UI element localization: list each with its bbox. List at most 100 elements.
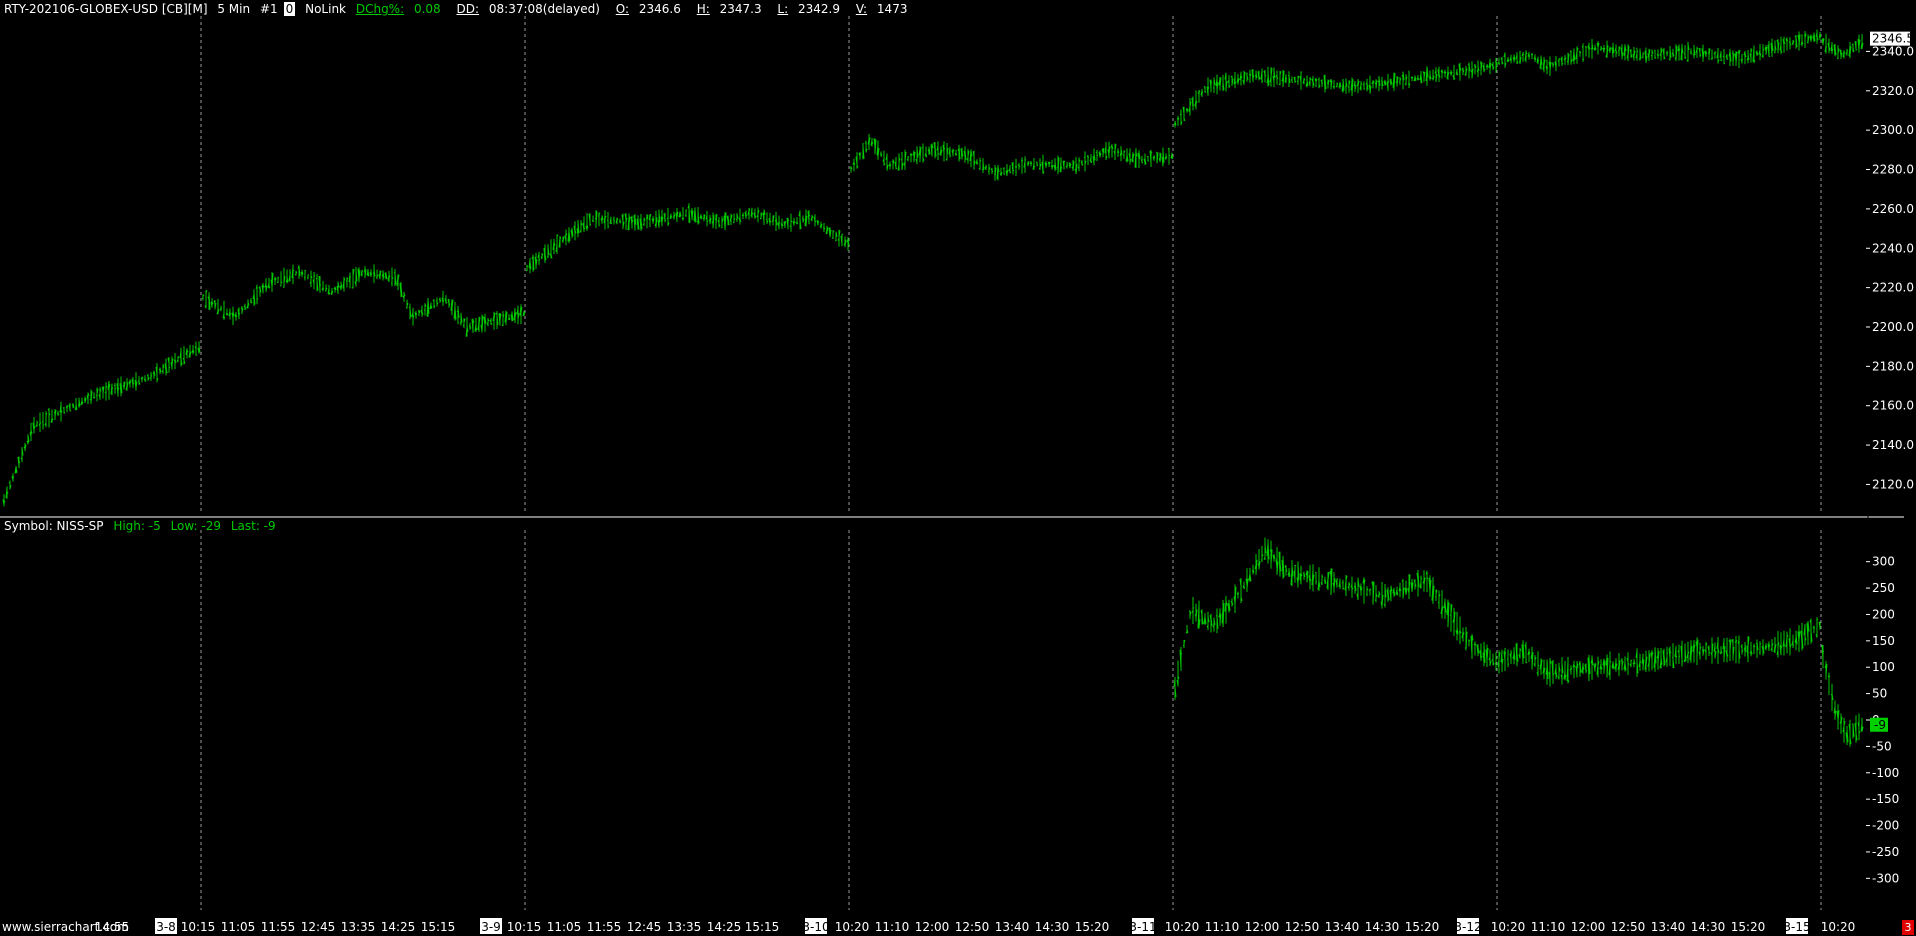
bar-open-tick [1578, 50, 1581, 53]
interval-label[interactable]: 5 Min [217, 2, 250, 16]
x-time-label: 11:55 [261, 920, 296, 934]
volume-value: 1473 [876, 2, 908, 16]
y-tick-label: 2200.0 [1872, 320, 1914, 334]
bar-open-tick [1803, 34, 1806, 37]
bar-close-tick [238, 312, 241, 315]
bar-close-tick [1579, 52, 1582, 54]
x-time-label: 15:15 [745, 920, 780, 934]
bar-open-tick [1254, 74, 1257, 77]
bar-close-tick [1243, 587, 1246, 589]
bar-open-tick [240, 307, 243, 309]
bar-open-tick [765, 218, 768, 221]
bar-close-tick [796, 222, 799, 224]
bar-close-tick [12, 476, 15, 478]
brand-label[interactable]: www.sierrachart.com [2, 920, 129, 934]
link-label[interactable]: NoLink [305, 2, 346, 16]
bar-close-tick [1585, 46, 1588, 48]
x-time-label: 13:40 [1325, 920, 1360, 934]
bar-close-tick [1636, 50, 1639, 53]
bar-open-tick [423, 309, 426, 311]
y-tick-label: -100 [1872, 766, 1899, 780]
x-time-label: 11:10 [1531, 920, 1566, 934]
high-label: H: [696, 2, 710, 16]
bar-open-tick [95, 394, 98, 397]
x-time-label: 13:35 [667, 920, 702, 934]
x-time-label: 10:20 [1491, 920, 1526, 934]
x-time-label: 12:00 [1571, 920, 1606, 934]
bar-close-tick [589, 223, 592, 226]
y-tick-label: 150 [1872, 634, 1895, 648]
bar-open-tick [861, 156, 864, 158]
bar-open-tick [1347, 86, 1350, 88]
x-time-label: 12:00 [1245, 920, 1280, 934]
bar-close-tick [277, 277, 280, 279]
bar-close-tick [670, 215, 673, 218]
bar-open-tick [525, 269, 528, 272]
x-date-label: 3-12 [1454, 920, 1481, 934]
bar-open-tick [417, 310, 420, 312]
error-count-badge[interactable]: 3 [1902, 920, 1914, 935]
bar-open-tick [1836, 57, 1839, 60]
bar-close-tick [1657, 54, 1660, 57]
dd-value: 08:37:08(delayed) [488, 2, 600, 16]
bar-open-tick [1599, 48, 1602, 51]
bar-close-tick [1063, 160, 1066, 163]
x-time-label: 15:20 [1405, 920, 1440, 934]
y-tick-label: 300 [1872, 555, 1895, 569]
y-tick-label: 2220.0 [1872, 281, 1914, 295]
bar-open-tick [408, 306, 411, 309]
x-time-label: 10:20 [1165, 920, 1200, 934]
bar-close-tick [1552, 63, 1555, 66]
bar-open-tick [62, 407, 65, 409]
bar-open-tick [612, 218, 615, 220]
y-tick-label: 2280.0 [1872, 163, 1914, 177]
y-tick-label: -300 [1872, 871, 1899, 885]
bar-open-tick [393, 272, 396, 274]
y-tick-label: 200 [1872, 607, 1895, 621]
chart-number: #1 [259, 2, 278, 16]
dchg-label: DChg%: [355, 2, 405, 16]
bar-open-tick [294, 273, 297, 276]
link-box[interactable]: 0 [283, 2, 296, 16]
bar-close-tick [1261, 80, 1264, 83]
bar-close-tick [1558, 58, 1561, 60]
bar-close-tick [1846, 50, 1849, 52]
bar-open-tick [714, 218, 717, 220]
y-tick-label: 100 [1872, 660, 1895, 674]
symbol-label[interactable]: RTY-202106-GLOBEX-USD [CB][M] [4, 2, 208, 16]
y-tick-label: 250 [1872, 581, 1895, 595]
y-tick-label: -250 [1872, 845, 1899, 859]
x-time-label: 15:15 [421, 920, 456, 934]
bar-close-tick [1024, 158, 1027, 161]
bar-open-tick [1038, 167, 1041, 170]
bar-close-tick [1726, 57, 1729, 60]
bar-open-tick [1731, 52, 1734, 55]
bar-open-tick [1377, 80, 1380, 83]
x-date-label: 3-8 [156, 920, 176, 934]
y-tick-label: 2120.0 [1872, 477, 1914, 491]
bar-open-tick [372, 272, 375, 274]
x-time-label: 13:40 [995, 920, 1030, 934]
bar-open-tick [981, 168, 984, 171]
chart-canvas[interactable]: 2120.0 2140.0 2160.0 2180.0 2200.0 2220.0 2240… [0, 0, 1916, 936]
bar-open-tick [1296, 80, 1299, 82]
bar-close-tick [1141, 161, 1144, 164]
bar-close-tick [1333, 86, 1336, 88]
bar-close-tick [682, 217, 685, 219]
bar-open-tick [1374, 599, 1377, 601]
bar-open-tick [1344, 85, 1347, 88]
bar-close-tick [1336, 578, 1339, 580]
open-value: 2346.6 [638, 2, 681, 16]
x-date-label: 3-11 [1129, 920, 1156, 934]
bar-close-tick [1708, 651, 1711, 654]
sub-last: Last: -9 [230, 519, 276, 533]
high-value: 2347.3 [719, 2, 762, 16]
bar-close-tick [1570, 667, 1573, 670]
bar-close-tick [1696, 47, 1699, 50]
bar-close-tick [1639, 661, 1642, 663]
x-date-label: 3-15 [1783, 920, 1810, 934]
sub-low: Low: -29 [170, 519, 221, 533]
sub-symbol[interactable]: Symbol: NISS-SP [4, 519, 104, 533]
bar-close-tick [1339, 585, 1342, 588]
bar-close-tick [1816, 618, 1819, 621]
